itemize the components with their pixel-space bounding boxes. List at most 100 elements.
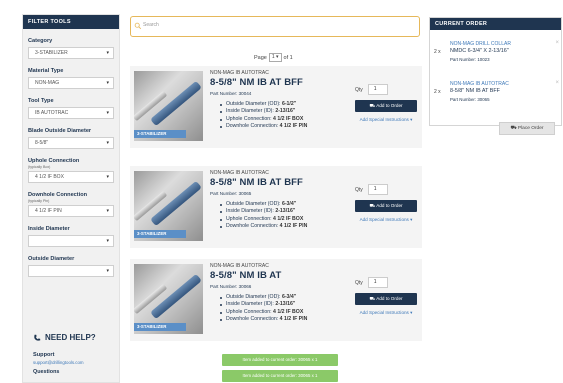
filter-sublabel-uphole: (typically Box): [28, 165, 51, 169]
cart-icon: ⛟: [510, 126, 517, 131]
qty-label: Qty: [355, 86, 363, 93]
place-order-label: Place Order: [517, 126, 544, 131]
spec-item: Uphole Connection: 4 1/2 IF BOX: [220, 116, 345, 123]
product-name[interactable]: 8-5/8" NM IB AT BFF: [210, 77, 345, 88]
close-icon[interactable]: ×: [555, 80, 559, 86]
product-name[interactable]: 8-5/8" NM IB AT BFF: [210, 177, 345, 188]
product-image[interactable]: 3-STABILIZER: [134, 264, 203, 334]
product-info: NON-MAG IB AUTOTRAC 8-5/8" NM IB AT BFF …: [210, 70, 345, 131]
order-box: Qty 1 ⛟ Add to Order Add Special Instruc…: [355, 84, 417, 123]
spec-item: Outside Diameter (OD): 6-1/2": [220, 101, 345, 108]
uphole-connection-select-value: 4 1/2 IF BOX: [35, 174, 64, 180]
filter-label-outside-diameter: Outside Diameter: [28, 256, 75, 262]
order-item-category: NON-MAG DRILL COLLAR: [450, 41, 511, 47]
product-info: NON-MAG IB AUTOTRAC 8-5/8" NM IB AT Part…: [210, 263, 345, 324]
category-select-value: 3-STABILIZER: [35, 50, 68, 56]
add-to-order-label: Add to Order: [376, 203, 403, 208]
filter-label-material-type: Material Type: [28, 68, 64, 74]
material-type-select[interactable]: NON-MAG ▾: [28, 77, 114, 89]
cart-icon: ⛟: [369, 296, 376, 301]
spec-item: Inside Diameter (ID): 2-13/16": [220, 301, 345, 308]
order-box: Qty 1 ⛟ Add to Order Add Special Instruc…: [355, 184, 417, 223]
add-to-order-button[interactable]: ⛟ Add to Order: [355, 200, 417, 212]
place-order-button[interactable]: ⛟ Place Order: [499, 122, 555, 135]
spec-item: Uphole Connection: 4 1/2 IF BOX: [220, 216, 345, 223]
product-card: 3-STABILIZER NON-MAG IB AUTOTRAC 8-5/8" …: [130, 166, 422, 248]
special-instructions-link[interactable]: Add Special Instructions ▾: [355, 217, 417, 223]
qty-label: Qty: [355, 279, 363, 286]
spec-item: Outside Diameter (OD): 6-3/4": [220, 294, 345, 301]
product-category: NON-MAG IB AUTOTRAC: [210, 70, 269, 76]
success-notice: Item added to current order: 30065 x 1: [222, 354, 338, 366]
current-order-panel: CURRENT ORDER 2 x NON-MAG DRILL COLLAR N…: [429, 17, 562, 126]
add-to-order-button[interactable]: ⛟ Add to Order: [355, 293, 417, 305]
qty-row: Qty 1: [355, 184, 417, 195]
order-box: Qty 1 ⛟ Add to Order Add Special Instruc…: [355, 277, 417, 316]
phone-icon: [34, 334, 41, 341]
material-type-select-value: NON-MAG: [35, 80, 60, 86]
order-item-name[interactable]: 8-5/8" NM IB AT BFF: [450, 88, 500, 94]
page-select[interactable]: 1 ▾: [268, 53, 282, 62]
spec-item: Inside Diameter (ID): 2-13/16": [220, 208, 345, 215]
blade-od-select[interactable]: 8-5/8" ▾: [28, 137, 114, 149]
chevron-down-icon: ▾: [106, 238, 109, 244]
product-part-number: Part Number: 30066: [210, 284, 252, 289]
blade-od-select-value: 8-5/8": [35, 140, 49, 146]
support-email-link[interactable]: support@drillingtools.com: [33, 360, 113, 365]
product-category: NON-MAG IB AUTOTRAC: [210, 170, 269, 176]
chevron-down-icon: ▾: [106, 140, 109, 146]
quantity-input[interactable]: 1: [367, 184, 388, 195]
spec-item: Downhole Connection: 4 1/2 IF PIN: [220, 123, 345, 130]
product-part-number: Part Number: 30065: [210, 191, 252, 196]
downhole-connection-select[interactable]: 4 1/2 IF PIN ▾: [28, 205, 114, 217]
special-instructions-link[interactable]: Add Special Instructions ▾: [355, 117, 417, 123]
add-to-order-button[interactable]: ⛟ Add to Order: [355, 100, 417, 112]
chevron-down-icon: ▾: [106, 174, 109, 180]
help-title: NEED HELP?: [33, 333, 113, 342]
category-badge: 3-STABILIZER: [134, 230, 186, 238]
add-to-order-label: Add to Order: [376, 296, 403, 301]
page-select-value: 1: [271, 54, 275, 60]
product-specs: Outside Diameter (OD): 6-1/2" Inside Dia…: [220, 101, 345, 131]
product-card: 3-STABILIZER NON-MAG IB AUTOTRAC 8-5/8" …: [130, 66, 422, 148]
chevron-down-icon: ▾: [106, 268, 109, 274]
order-item-qty: 2 x: [434, 49, 441, 55]
close-icon[interactable]: ×: [555, 40, 559, 46]
tool-type-select[interactable]: IB AUTOTRAC ▾: [28, 107, 114, 119]
cart-icon: ⛟: [369, 103, 376, 108]
outside-diameter-select[interactable]: ▾: [28, 265, 114, 277]
pagination: Page 1 ▾ of 1: [254, 53, 293, 62]
product-image[interactable]: 3-STABILIZER: [134, 171, 203, 241]
category-select[interactable]: 3-STABILIZER ▾: [28, 47, 114, 59]
spec-item: Downhole Connection: 4 1/2 IF PIN: [220, 316, 345, 323]
uphole-connection-select[interactable]: 4 1/2 IF BOX ▾: [28, 171, 114, 183]
inside-diameter-select[interactable]: ▾: [28, 235, 114, 247]
category-badge: 3-STABILIZER: [134, 130, 186, 138]
pager-prefix: Page: [254, 54, 267, 61]
chevron-down-icon: ▾: [106, 110, 109, 116]
current-order-title: CURRENT ORDER: [430, 18, 561, 30]
filter-panel: FILTER TOOLS Category 3-STABILIZER ▾ Mate…: [22, 14, 120, 383]
spec-item: Outside Diameter (OD): 6-3/4": [220, 201, 345, 208]
spec-item: Downhole Connection: 4 1/2 IF PIN: [220, 223, 345, 230]
product-image[interactable]: 3-STABILIZER: [134, 71, 203, 141]
product-specs: Outside Diameter (OD): 6-3/4" Inside Dia…: [220, 294, 345, 324]
special-instructions-link[interactable]: Add Special Instructions ▾: [355, 310, 417, 316]
add-to-order-label: Add to Order: [376, 103, 403, 108]
filter-label-blade-od: Blade Outside Diameter: [28, 128, 92, 134]
qty-row: Qty 1: [355, 84, 417, 95]
order-item-name[interactable]: NMDC 6-3/4" X 2-13/16": [450, 48, 509, 54]
product-category: NON-MAG IB AUTOTRAC: [210, 263, 269, 269]
qty-label: Qty: [355, 186, 363, 193]
search-input[interactable]: Search: [130, 16, 420, 37]
filter-label-tool-type: Tool Type: [28, 98, 54, 104]
quantity-input[interactable]: 1: [367, 277, 388, 288]
filter-sublabel-downhole: (typically Pin): [28, 199, 50, 203]
product-name[interactable]: 8-5/8" NM IB AT: [210, 270, 345, 281]
order-item-part-number: Part Number: 10023: [450, 57, 490, 62]
help-title-text: NEED HELP?: [45, 333, 96, 342]
order-item-category: NON-MAG IB AUTOTRAC: [450, 81, 509, 87]
chevron-down-icon: ▾: [106, 80, 109, 86]
quantity-input[interactable]: 1: [367, 84, 388, 95]
filter-group: Category 3-STABILIZER ▾ Material Type NON…: [23, 38, 119, 277]
